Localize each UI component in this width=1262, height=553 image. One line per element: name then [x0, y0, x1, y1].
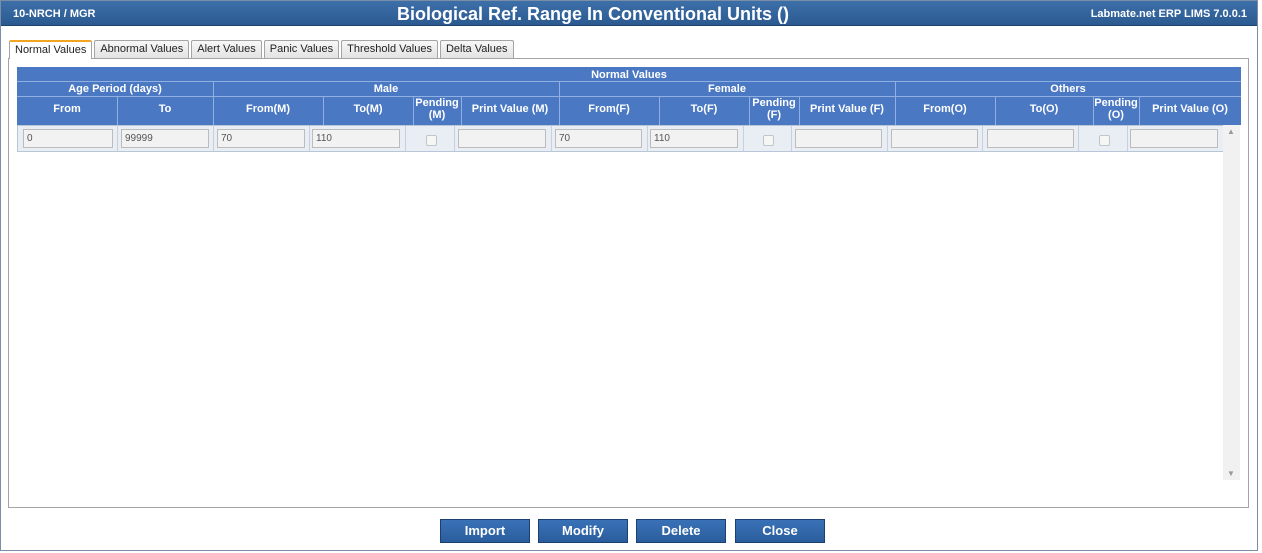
others-to-input[interactable] [987, 129, 1074, 148]
col-pending-m: Pending (M) [415, 97, 459, 121]
title-bar: 10-NRCH / MGR Biological Ref. Range In C… [1, 1, 1257, 26]
col-print-value-o: Print Value (O) [1152, 103, 1228, 115]
scroll-down-icon[interactable]: ▼ [1227, 469, 1235, 478]
col-to-f: To(F) [690, 103, 718, 115]
age-to-input[interactable]: 99999 [121, 129, 209, 148]
group-others: Others [1050, 83, 1086, 95]
import-button[interactable]: Import [440, 519, 530, 543]
tab-abnormal-values[interactable]: Abnormal Values [94, 40, 190, 58]
female-from-input[interactable]: 70 [555, 129, 642, 148]
grid-header: Normal Values Age Period (days) Male Fem… [17, 67, 1241, 125]
col-pending-o: Pending (O) [1094, 97, 1138, 121]
female-print-value-input[interactable] [795, 129, 882, 148]
dialog-title: Biological Ref. Range In Conventional Un… [396, 4, 790, 24]
male-print-value-input[interactable] [458, 129, 546, 148]
tab-panel: Normal Values Age Period (days) Male Fem… [8, 58, 1249, 508]
others-pending-checkbox[interactable] [1099, 135, 1110, 146]
male-to-input[interactable]: 110 [312, 129, 400, 148]
normal-values-grid: Normal Values Age Period (days) Male Fem… [17, 67, 1241, 480]
tab-normal-values[interactable]: Normal Values [9, 40, 93, 59]
group-age-period: Age Period (days) [68, 83, 162, 95]
app-version-label: Labmate.net ERP LIMS 7.0.0.1 [1090, 8, 1247, 20]
tab-panic-values[interactable]: Panic Values [263, 40, 340, 58]
grid-caption: Normal Values [591, 69, 667, 81]
col-print-value-f: Print Value (F) [810, 103, 884, 115]
scroll-up-icon[interactable]: ▲ [1227, 127, 1235, 136]
tab-strip: Normal Values Abnormal Values Alert Valu… [9, 40, 516, 59]
male-from-input[interactable]: 70 [217, 129, 305, 148]
col-to-o: To(O) [1029, 103, 1059, 115]
col-from-m: From(M) [246, 103, 290, 115]
vertical-scrollbar[interactable]: ▲ ▼ [1223, 125, 1240, 480]
col-from: From [53, 103, 81, 115]
tab-delta-values[interactable]: Delta Values [439, 40, 514, 58]
others-print-value-input[interactable] [1130, 129, 1218, 148]
male-pending-checkbox[interactable] [426, 135, 437, 146]
female-to-input[interactable]: 110 [650, 129, 738, 148]
delete-button[interactable]: Delete [636, 519, 726, 543]
tab-alert-values[interactable]: Alert Values [191, 40, 262, 58]
group-male: Male [373, 83, 399, 95]
age-from-input[interactable]: 0 [23, 129, 113, 148]
col-print-value-m: Print Value (M) [471, 103, 549, 115]
others-from-input[interactable] [891, 129, 978, 148]
female-pending-checkbox[interactable] [763, 135, 774, 146]
col-from-f: From(F) [588, 103, 630, 115]
table-row: 0 99999 70 110 70 110 [17, 125, 1224, 152]
col-to: To [158, 103, 172, 115]
col-from-o: From(O) [923, 103, 967, 115]
close-button[interactable]: Close [735, 519, 825, 543]
dialog-window: 10-NRCH / MGR Biological Ref. Range In C… [0, 0, 1258, 551]
modify-button[interactable]: Modify [538, 519, 628, 543]
col-to-m: To(M) [353, 103, 383, 115]
tab-threshold-values[interactable]: Threshold Values [341, 40, 438, 58]
action-bar: Import Modify Delete Close [1, 519, 1259, 543]
group-female: Female [708, 83, 746, 95]
col-pending-f: Pending (F) [752, 97, 796, 121]
